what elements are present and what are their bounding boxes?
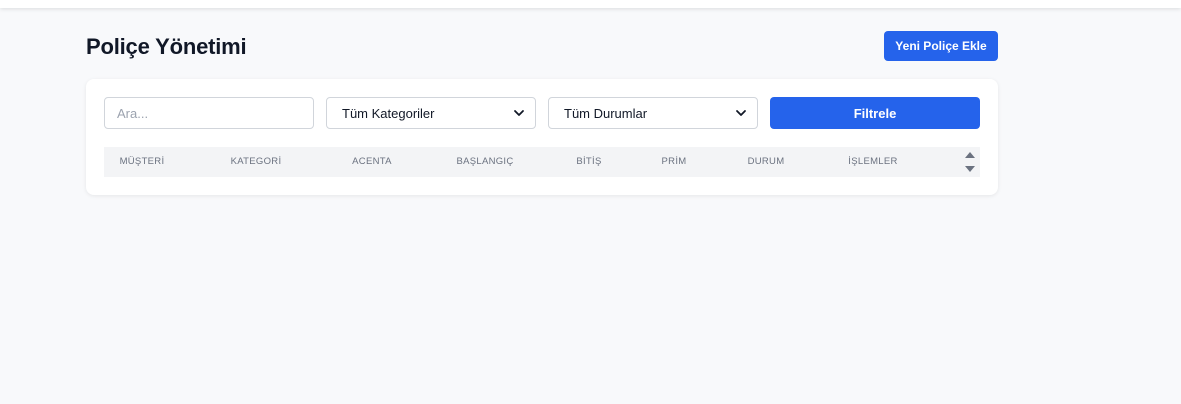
category-select[interactable]: Tüm Kategoriler [326, 97, 536, 129]
column-header-end-date[interactable]: BİTİŞ [564, 147, 614, 177]
column-header-agency[interactable]: ACENTA [332, 147, 412, 177]
column-header-status[interactable]: DURUM [736, 147, 796, 177]
scroll-down-icon[interactable] [965, 166, 975, 172]
column-header-category[interactable]: KATEGORİ [216, 147, 296, 177]
add-policy-button[interactable]: Yeni Poliçe Ekle [884, 31, 998, 61]
page-header: Poliçe Yönetimi Yeni Poliçe Ekle [86, 31, 998, 61]
search-input[interactable] [104, 97, 314, 129]
column-header-start-date[interactable]: BAŞLANGIÇ [440, 147, 530, 177]
status-select[interactable]: Tüm Durumlar [548, 97, 758, 129]
top-bar [0, 0, 1181, 8]
column-header-customer[interactable]: MÜŞTERİ [104, 147, 180, 177]
table-scroll-arrows[interactable] [960, 150, 980, 174]
chevron-down-icon [736, 110, 746, 116]
category-select-value: Tüm Kategoriler [342, 105, 435, 121]
policy-card: Tüm Kategoriler Tüm Durumlar Filtrele MÜ… [86, 79, 998, 195]
page-title: Poliçe Yönetimi [86, 34, 247, 59]
status-select-value: Tüm Durumlar [564, 105, 648, 121]
column-header-actions[interactable]: İŞLEMLER [836, 147, 910, 177]
scroll-up-icon[interactable] [965, 152, 975, 158]
filter-button[interactable]: Filtrele [770, 97, 980, 129]
chevron-down-icon [514, 110, 524, 116]
table-header: MÜŞTERİ KATEGORİ ACENTA BAŞLANGIÇ BİTİŞ … [104, 147, 980, 177]
column-header-premium[interactable]: PRİM [650, 147, 698, 177]
